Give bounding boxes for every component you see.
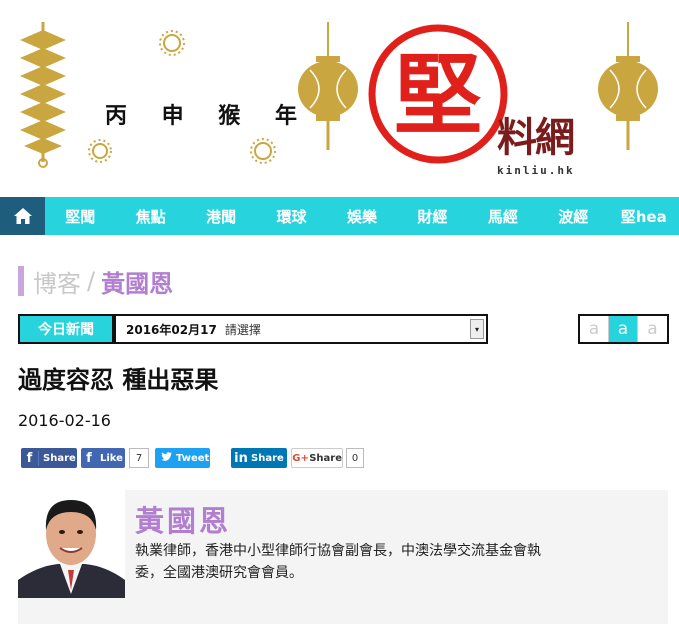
nav-item-hk-news[interactable]: 港聞 [186, 197, 256, 235]
breadcrumb-accent-bar [18, 266, 24, 296]
date-select-placeholder: 請選擇 [224, 322, 261, 337]
facebook-icon: f [21, 450, 39, 466]
author-portrait [18, 490, 125, 598]
slogan-char: 申 [161, 103, 186, 129]
slogan-char: 丙 [104, 103, 129, 129]
google-plus-share-label: Share [309, 452, 342, 464]
sparkle-icon [88, 30, 276, 164]
nav-item-entertainment[interactable]: 娛樂 [327, 197, 397, 235]
breadcrumb-blog-link[interactable]: 博客 [33, 264, 81, 299]
nav-item-world[interactable]: 環球 [256, 197, 326, 235]
home-icon [13, 208, 32, 224]
site-banner: 堅 丙 申 猴 年 料網 kinliu.hk [0, 0, 679, 197]
slogan-char: 年 [274, 103, 299, 129]
facebook-share-label: Share [43, 452, 76, 464]
font-size-switcher: a a a [578, 314, 669, 344]
brand-name: 料網 [497, 114, 575, 161]
linkedin-icon: in [234, 450, 248, 466]
breadcrumb-separator: / [87, 267, 96, 295]
brand-domain: kinliu.hk [497, 164, 575, 177]
svg-text:堅: 堅 [394, 43, 482, 147]
author-bio: 執業律師，香港中小型律師行協會副會長，中澳法學交流基金會執委，全國港澳研究會會員… [135, 543, 541, 581]
tweet-label: Tweet [176, 452, 210, 464]
breadcrumb: 博客 / 黃國恩 [18, 264, 173, 299]
facebook-like-button[interactable]: f Like [81, 448, 125, 468]
date-select[interactable]: 2016年02月17 請選擇 ▾ [114, 314, 488, 344]
main-nav: 堅聞 焦點 港聞 環球 娛樂 財經 馬經 波經 堅hea [0, 197, 679, 235]
facebook-icon: f [86, 450, 92, 466]
google-plus-icon: G+ [292, 452, 309, 464]
home-button[interactable] [0, 197, 45, 235]
author-card: 黃國恩 執業律師，香港中小型律師行協會副會長，中澳法學交流基金會執委，全國港澳研… [18, 490, 668, 624]
facebook-like-label: Like [100, 452, 123, 464]
author-name[interactable]: 黃國恩 [135, 498, 231, 540]
facebook-like-count: 7 [129, 448, 149, 468]
today-news-button[interactable]: 今日新聞 [18, 314, 114, 344]
slogan-char: 猴 [218, 103, 243, 129]
article-title: 過度容忍 種出惡果 [18, 366, 219, 394]
google-plus-count: 0 [346, 448, 364, 468]
breadcrumb-author[interactable]: 黃國恩 [101, 264, 173, 299]
dropdown-arrow-icon[interactable]: ▾ [470, 319, 484, 339]
nav-item-kinnews[interactable]: 堅聞 [45, 197, 115, 235]
author-photo [18, 490, 125, 598]
nav-item-finance[interactable]: 財經 [397, 197, 467, 235]
nav-item-focus[interactable]: 焦點 [115, 197, 185, 235]
font-size-large-button[interactable]: a [638, 316, 667, 342]
nav-item-football[interactable]: 波經 [538, 197, 608, 235]
twitter-bird-icon [158, 452, 174, 464]
firecracker-icon [20, 22, 66, 168]
logo-seal-icon: 堅 [368, 24, 508, 164]
tweet-button[interactable]: Tweet [155, 448, 210, 468]
google-plus-share-button[interactable]: G+ Share [291, 448, 343, 468]
nav-item-racing[interactable]: 馬經 [468, 197, 538, 235]
selected-date: 2016年02月17 [126, 322, 217, 337]
lantern-icon [298, 22, 358, 150]
article-date: 2016-02-16 [18, 411, 111, 430]
font-size-medium-button[interactable]: a [609, 316, 638, 342]
facebook-share-button[interactable]: f Share [21, 448, 77, 468]
lantern-icon [598, 22, 658, 150]
new-year-slogan: 丙 申 猴 年 [102, 98, 302, 130]
linkedin-share-button[interactable]: in Share [231, 448, 287, 468]
nav-item-kinhea[interactable]: 堅hea [609, 197, 679, 235]
font-size-small-button[interactable]: a [580, 316, 609, 342]
linkedin-share-label: Share [251, 452, 284, 464]
